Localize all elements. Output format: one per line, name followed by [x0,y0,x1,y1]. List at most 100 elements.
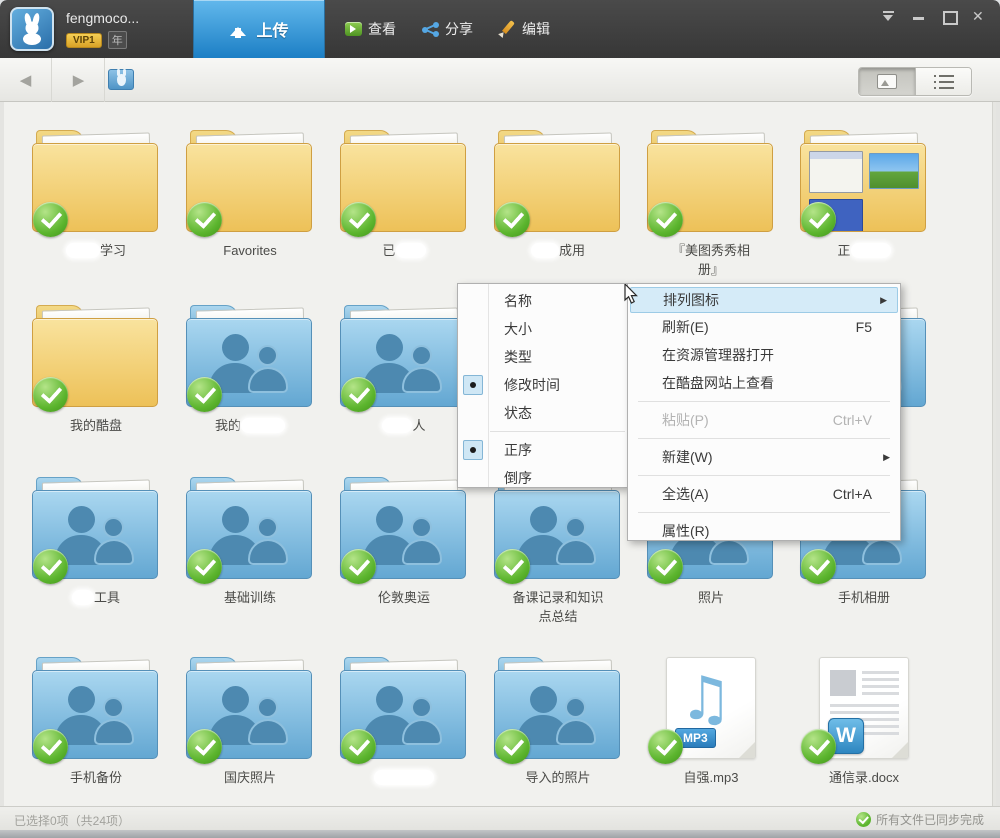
file-item-label: 备课记录和知识点总结 [510,589,606,627]
file-item-label: 照片 [663,589,759,608]
view-mode-toggle [858,67,972,96]
menu-item-sort-by-type[interactable]: 类型 [458,343,627,371]
menu-item-refresh[interactable]: 刷新(E) F5 [628,313,900,341]
user-block[interactable]: fengmoco... VIP1 年 [66,10,139,49]
close-icon[interactable]: ✕ [972,10,986,22]
upload-button[interactable]: 上传 [193,0,325,58]
menu-item-sort-descending[interactable]: 倒序 [458,464,627,492]
upload-arrow-icon [229,19,247,39]
menu-item-view-on-website[interactable]: 在酷盘网站上查看 [628,369,900,397]
file-item[interactable]: 手机备份 [21,657,171,788]
menu-separator [490,431,625,432]
sync-check-badge [648,549,683,584]
censor-patch [396,243,426,258]
menu-item-sort-by-size[interactable]: 大小 [458,315,627,343]
menu-separator [638,475,890,476]
context-menu: 排列图标 ▶ 刷新(E) F5 在资源管理器打开 在酷盘网站上查看 粘贴(P) … [627,283,901,541]
censor-patch [382,418,412,433]
maximize-icon[interactable] [942,10,956,22]
music-note-icon: ♫ [679,664,733,734]
window-bottom-edge [0,830,1000,838]
menu-item-arrange-icons[interactable]: 排列图标 ▶ [630,287,898,313]
minimize-icon[interactable] [912,10,926,22]
back-button[interactable]: ◀ [0,58,52,102]
menu-item-sort-by-status[interactable]: 状态 [458,399,627,427]
censor-patch [374,770,434,785]
share-icon [422,22,439,37]
file-item[interactable]: Favorites [175,130,325,261]
file-item-label: 已 [356,242,452,261]
thumbnail-view-button[interactable] [859,68,915,95]
file-item-label: 手机相册 [816,589,912,608]
selection-status: 已选择0项（共24项） [14,812,130,829]
menu-item-sort-ascending[interactable]: 正序 [458,436,627,464]
file-item[interactable]: 『美图秀秀相册』 [636,130,786,280]
navigation-bar: ◀ ▶ [0,58,1000,102]
sync-check-badge [648,729,683,764]
sync-check-badge [187,377,222,412]
file-item[interactable]: 成用 [483,130,633,261]
forward-button[interactable]: ▶ [53,58,105,102]
sync-check-badge [187,202,222,237]
file-item-label: 导入的照片 [510,769,606,788]
file-item[interactable]: ♫ MP3 自强.mp3 [636,657,786,788]
file-item[interactable]: 我的酷盘 [21,305,171,436]
menu-item-new[interactable]: 新建(W) ▶ [628,443,900,471]
file-item[interactable]: W 通信录.docx [789,657,939,788]
censor-patch [72,590,94,605]
file-item-label: Favorites [202,242,298,261]
shortcut-label: F5 [856,313,872,341]
year-badge: 年 [108,31,127,49]
rabbit-icon [117,74,126,86]
file-item[interactable]: 工具 [21,477,171,608]
toolbar: 查看 分享 编辑 [345,0,550,58]
shortcut-label: Ctrl+V [833,406,872,434]
breadcrumb-root-folder[interactable] [108,69,134,90]
sync-check-badge [33,377,68,412]
share-button[interactable]: 分享 [422,19,473,39]
submenu-arrow-icon: ▶ [883,443,890,471]
list-view-button[interactable] [915,68,971,95]
file-item-label: 成用 [510,242,606,261]
menu-item-select-all[interactable]: 全选(A) Ctrl+A [628,480,900,508]
file-item-label: 『美图秀秀相册』 [669,242,753,280]
collapse-icon[interactable] [882,10,896,22]
file-item[interactable]: 已 [329,130,479,261]
document-image-placeholder [830,670,856,696]
file-item[interactable]: 国庆照片 [175,657,325,788]
file-item-label: 国庆照片 [202,769,298,788]
file-item-label [356,769,452,788]
file-item-label: 学习 [48,242,144,261]
file-item-label: 我的 [202,417,298,436]
file-item[interactable]: 导入的照片 [483,657,633,788]
sync-check-badge [341,549,376,584]
landscape-thumbnail [869,153,919,189]
menu-item-properties[interactable]: 属性(R) [628,517,900,545]
scrollbar[interactable] [992,102,996,806]
file-item[interactable]: 正 [789,130,939,261]
file-item[interactable] [329,657,479,788]
sync-check-badge [495,549,530,584]
menu-item-sort-by-name[interactable]: 名称 [458,287,627,315]
sync-check-badge [495,729,530,764]
menu-separator [638,401,890,402]
file-item[interactable]: 伦敦奥运 [329,477,479,608]
censor-patch [241,418,285,433]
menu-item-paste[interactable]: 粘贴(P) Ctrl+V [628,406,900,434]
sync-status: 所有文件已同步完成 [856,811,984,828]
view-button[interactable]: 查看 [345,19,396,39]
file-item[interactable]: 学习 [21,130,171,261]
file-item-label: 工具 [48,589,144,608]
file-item[interactable]: 基础训练 [175,477,325,608]
file-item[interactable]: 备课记录和知识点总结 [483,477,633,627]
file-item-label: 正 [816,242,912,261]
sync-check-badge [648,202,683,237]
edit-button[interactable]: 编辑 [499,19,550,39]
menu-item-sort-by-modified[interactable]: 修改时间 [458,371,627,399]
thumbnail-view-icon [877,74,897,89]
rabbit-logo-icon [17,13,47,45]
file-item[interactable]: 我的 [175,305,325,436]
sync-check-badge [33,202,68,237]
window-thumbnail [809,151,863,193]
menu-item-open-in-explorer[interactable]: 在资源管理器打开 [628,341,900,369]
